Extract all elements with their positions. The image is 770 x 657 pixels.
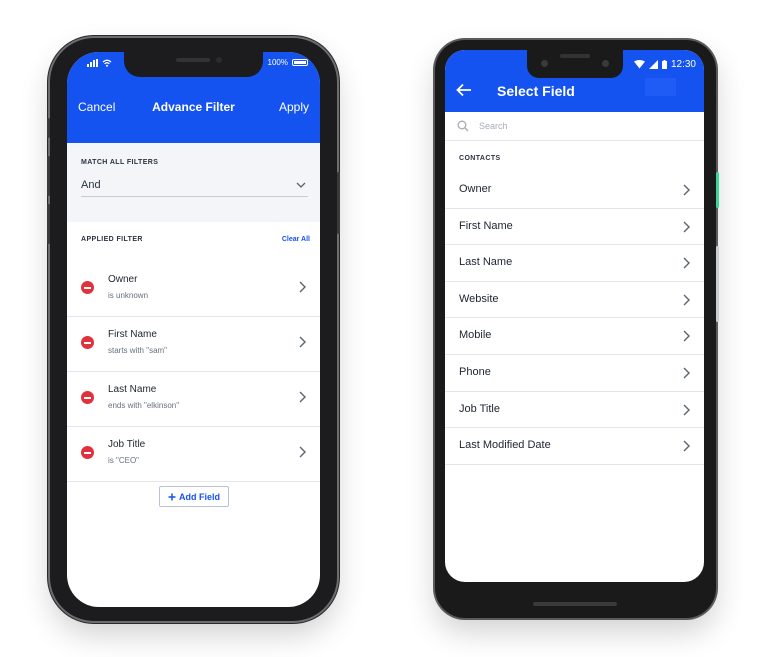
status-time: 12:30 [670, 59, 696, 70]
select-field-screen: 12:30 Select Field Search CONTACTS Owner… [445, 50, 704, 582]
chevron-right-icon [683, 330, 690, 342]
notch [124, 52, 263, 77]
contacts-label: CONTACTS [459, 155, 501, 162]
nav-bar: Cancel Advance Filter Apply [67, 96, 320, 118]
ios-header: 100% Cancel Advance Filter Apply [67, 52, 320, 143]
android-bottom-bezel [435, 582, 716, 618]
remove-icon[interactable] [81, 446, 94, 459]
filter-row[interactable]: Owner is unknown [67, 262, 320, 317]
clear-all-link[interactable]: Clear All [282, 236, 310, 243]
signal-icon [648, 60, 658, 69]
status-bar-right: 100% [268, 58, 308, 67]
chevron-right-icon [683, 221, 690, 233]
field-label: Phone [459, 365, 491, 378]
field-row[interactable]: Mobile [445, 318, 704, 355]
filter-name: Last Name [108, 384, 157, 395]
search-placeholder: Search [479, 121, 508, 131]
back-arrow-icon[interactable] [456, 83, 472, 97]
field-row[interactable]: Phone [445, 355, 704, 392]
field-row[interactable]: Website [445, 282, 704, 319]
filter-condition: starts with "sam" [108, 346, 168, 355]
field-label: Job Title [459, 402, 500, 415]
add-field-label: Add Field [179, 491, 220, 502]
wifi-icon [633, 60, 645, 69]
apply-button[interactable]: Apply [279, 100, 309, 114]
filter-condition: is unknown [108, 291, 149, 300]
page-title: Select Field [497, 83, 575, 99]
notch [527, 50, 623, 78]
chevron-right-icon [683, 367, 690, 379]
wifi-icon [102, 59, 112, 67]
field-row[interactable]: Last Modified Date [445, 428, 704, 465]
contacts-section-header: CONTACTS [445, 141, 704, 172]
status-bar-left [87, 59, 112, 67]
filter-condition: is "CEO" [108, 456, 140, 465]
filter-row[interactable]: Job Title is "CEO" [67, 427, 320, 482]
header-action-placeholder [645, 78, 676, 96]
android-device: 12:30 Select Field Search CONTACTS Owner… [435, 40, 719, 618]
mute-switch [47, 118, 50, 138]
power-button [337, 172, 340, 234]
filter-row[interactable]: Last Name ends with "elkinson" [67, 372, 320, 427]
volume-button [716, 246, 719, 322]
chevron-right-icon [683, 404, 690, 416]
battery-icon [661, 60, 667, 69]
field-row[interactable]: Job Title [445, 392, 704, 429]
plus-icon [168, 493, 176, 500]
chevron-down-icon [296, 182, 306, 188]
filter-condition: ends with "elkinson" [108, 401, 180, 410]
power-button [716, 172, 719, 208]
battery-percent: 100% [267, 58, 288, 67]
search-icon [457, 120, 469, 132]
volume-up-button [47, 156, 50, 196]
chevron-right-icon [683, 294, 690, 306]
status-bar: 12:30 [633, 59, 696, 70]
field-label: First Name [459, 219, 513, 232]
match-select-value: And [81, 179, 101, 191]
battery-icon [292, 59, 308, 66]
chevron-right-icon [299, 281, 306, 293]
remove-icon[interactable] [81, 391, 94, 404]
field-row[interactable]: First Name [445, 209, 704, 246]
remove-icon[interactable] [81, 336, 94, 349]
match-select[interactable]: And [81, 179, 308, 197]
filter-row[interactable]: First Name starts with "sam" [67, 317, 320, 372]
advance-filter-screen: 100% Cancel Advance Filter Apply MATCH A… [67, 52, 320, 607]
remove-icon[interactable] [81, 281, 94, 294]
field-label: Last Name [459, 256, 513, 269]
add-field-button[interactable]: Add Field [159, 486, 229, 507]
android-header: 12:30 Select Field [445, 50, 704, 112]
field-label: Website [459, 292, 499, 305]
applied-filter-label: APPLIED FILTER [81, 236, 143, 243]
field-row[interactable]: Owner [445, 172, 704, 209]
field-label: Mobile [459, 329, 492, 342]
field-label: Owner [459, 183, 492, 195]
chevron-right-icon [299, 391, 306, 403]
filter-name: Owner [108, 274, 138, 285]
field-row[interactable]: Last Name [445, 245, 704, 282]
match-all-filters-label: MATCH ALL FILTERS [81, 159, 159, 166]
signal-icon [87, 59, 98, 67]
chevron-right-icon [299, 446, 306, 458]
filter-name: Job Title [108, 439, 146, 450]
match-all-filters-section: MATCH ALL FILTERS And [67, 143, 320, 222]
search-field[interactable]: Search [445, 112, 704, 141]
filter-name: First Name [108, 329, 157, 340]
volume-down-button [47, 204, 50, 244]
home-indicator [533, 602, 617, 606]
chevron-right-icon [683, 184, 690, 196]
applied-filter-header: APPLIED FILTER Clear All [67, 222, 320, 262]
field-label: Last Modified Date [459, 439, 551, 452]
chevron-right-icon [683, 440, 690, 452]
chevron-right-icon [683, 257, 690, 269]
iphone-device: 100% Cancel Advance Filter Apply MATCH A… [47, 38, 340, 621]
chevron-right-icon [299, 336, 306, 348]
